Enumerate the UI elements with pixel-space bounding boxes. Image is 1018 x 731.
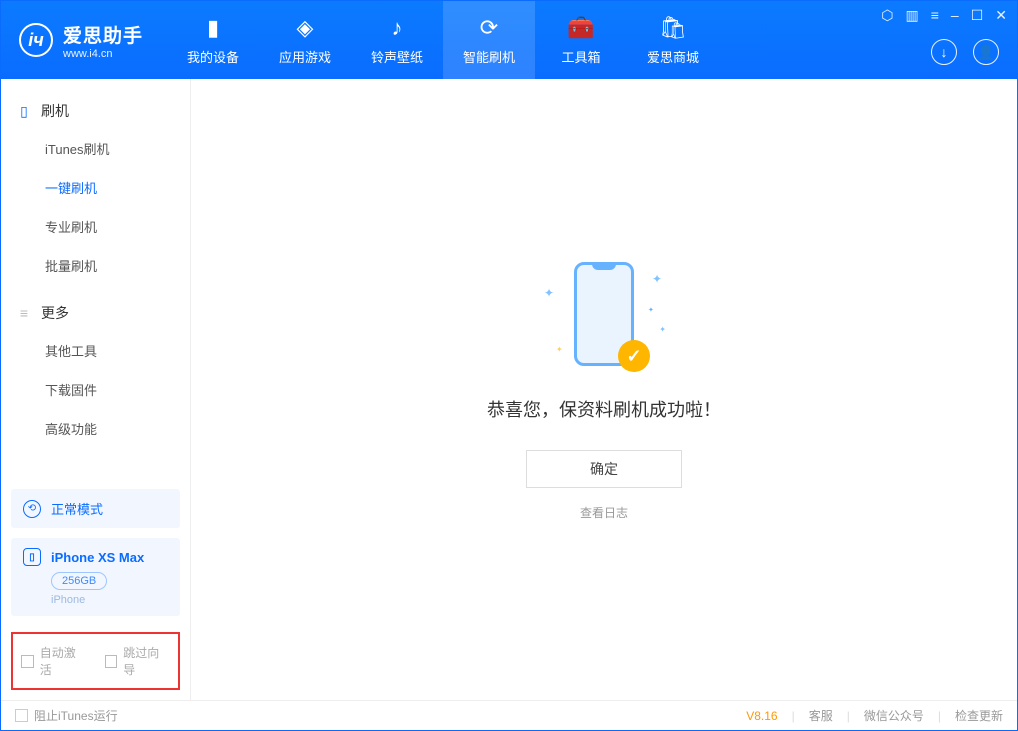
sidebar-item-oneclick-flash[interactable]: 一键刷机 <box>1 168 190 207</box>
sidebar-group-more[interactable]: ≡ 更多 <box>1 295 190 331</box>
success-title: 恭喜您，保资料刷机成功啦！ <box>487 396 721 422</box>
body: ▯ 刷机 iTunes刷机 一键刷机 专业刷机 批量刷机 ≡ 更多 其他工具 下… <box>1 79 1017 700</box>
close-button[interactable]: ✕ <box>995 7 1007 24</box>
checkbox-auto-activate[interactable]: 自动激活 <box>21 644 87 678</box>
tab-label: 我的设备 <box>187 47 239 66</box>
tab-label: 智能刷机 <box>463 47 515 66</box>
header-right-icons: ↓ 👤 <box>931 39 999 65</box>
storage-badge: 256GB <box>51 572 107 590</box>
sidebar-item-itunes-flash[interactable]: iTunes刷机 <box>1 129 190 168</box>
main-panel: ✦ ✦ ✦ ✦ ✦ ✓ 恭喜您，保资料刷机成功啦！ 确定 查看日志 <box>191 79 1017 700</box>
sidebar-item-batch-flash[interactable]: 批量刷机 <box>1 246 190 285</box>
tab-apps-games[interactable]: ◈ 应用游戏 <box>259 1 351 79</box>
download-icon: ↓ <box>941 44 948 60</box>
check-badge-icon: ✓ <box>618 340 650 372</box>
bag-icon: 🛍 <box>659 15 687 41</box>
sidebar-item-other-tools[interactable]: 其他工具 <box>1 331 190 370</box>
separator: | <box>938 709 941 723</box>
footer-right: V8.16 | 客服 | 微信公众号 | 检查更新 <box>746 707 1003 724</box>
checkbox-label: 跳过向导 <box>123 644 170 678</box>
mode-icon: ⟲ <box>23 500 41 518</box>
app-window: iч 爱思助手 www.i4.cn ▮ 我的设备 ◈ 应用游戏 ♪ 铃声壁纸 ⟳… <box>0 0 1018 731</box>
tab-label: 铃声壁纸 <box>371 47 423 66</box>
top-tabs: ▮ 我的设备 ◈ 应用游戏 ♪ 铃声壁纸 ⟳ 智能刷机 🧰 工具箱 🛍 爱思商城 <box>167 1 719 79</box>
header: iч 爱思助手 www.i4.cn ▮ 我的设备 ◈ 应用游戏 ♪ 铃声壁纸 ⟳… <box>1 1 1017 79</box>
logo: iч 爱思助手 www.i4.cn <box>1 1 161 79</box>
phone-notch-icon <box>592 262 616 270</box>
cube-icon: ◈ <box>297 15 314 41</box>
device-type: iPhone <box>51 594 168 606</box>
account-button[interactable]: 👤 <box>973 39 999 65</box>
sidebar-group-flash[interactable]: ▯ 刷机 <box>1 93 190 129</box>
phone-icon: ▮ <box>207 15 219 41</box>
separator: | <box>792 709 795 723</box>
group-label: 更多 <box>41 303 69 323</box>
tab-my-device[interactable]: ▮ 我的设备 <box>167 1 259 79</box>
sidebar-nav: ▯ 刷机 iTunes刷机 一键刷机 专业刷机 批量刷机 ≡ 更多 其他工具 下… <box>1 79 190 479</box>
separator: | <box>847 709 850 723</box>
sparkle-icon: ✦ <box>556 345 563 354</box>
group-label: 刷机 <box>41 101 69 121</box>
wechat-link[interactable]: 微信公众号 <box>864 707 924 724</box>
app-subtitle: www.i4.cn <box>63 48 143 60</box>
tab-store[interactable]: 🛍 爱思商城 <box>627 1 719 79</box>
shirt-icon[interactable]: ⬡ <box>881 7 893 24</box>
checkbox-icon <box>15 709 28 722</box>
checkbox-icon <box>105 655 118 668</box>
checkbox-label: 阻止iTunes运行 <box>34 707 118 724</box>
refresh-icon: ⟳ <box>480 15 498 41</box>
mode-box[interactable]: ⟲ 正常模式 <box>11 489 180 528</box>
customer-service-link[interactable]: 客服 <box>809 707 833 724</box>
tab-ringtone-wallpaper[interactable]: ♪ 铃声壁纸 <box>351 1 443 79</box>
maximize-button[interactable]: ☐ <box>971 7 984 24</box>
tab-smart-flash[interactable]: ⟳ 智能刷机 <box>443 1 535 79</box>
list-icon: ≡ <box>17 305 31 321</box>
checkbox-skip-guide[interactable]: 跳过向导 <box>105 644 171 678</box>
music-icon: ♪ <box>392 15 403 41</box>
download-button[interactable]: ↓ <box>931 39 957 65</box>
sparkle-icon: ✦ <box>652 272 662 286</box>
checkbox-block-itunes[interactable]: 阻止iTunes运行 <box>15 707 118 724</box>
sparkle-icon: ✦ <box>648 306 654 314</box>
window-controls: ⬡ ▥ ≡ – ☐ ✕ <box>881 7 1007 24</box>
mode-label: 正常模式 <box>51 499 103 518</box>
minimize-button[interactable]: – <box>951 7 959 24</box>
sidebar-item-download-firmware[interactable]: 下载固件 <box>1 370 190 409</box>
tab-label: 应用游戏 <box>279 47 331 66</box>
checkbox-row-highlight: 自动激活 跳过向导 <box>11 632 180 690</box>
sidebar-item-advanced[interactable]: 高级功能 <box>1 409 190 448</box>
app-title: 爱思助手 <box>63 21 143 48</box>
device-icon: ▯ <box>23 548 41 566</box>
ok-button[interactable]: 确定 <box>526 450 682 488</box>
check-update-link[interactable]: 检查更新 <box>955 707 1003 724</box>
sidebar: ▯ 刷机 iTunes刷机 一键刷机 专业刷机 批量刷机 ≡ 更多 其他工具 下… <box>1 79 191 700</box>
tab-toolbox[interactable]: 🧰 工具箱 <box>535 1 627 79</box>
checkbox-icon <box>21 655 34 668</box>
success-illustration: ✦ ✦ ✦ ✦ ✦ ✓ <box>534 258 674 378</box>
user-icon: 👤 <box>977 44 994 61</box>
tab-label: 爱思商城 <box>647 47 699 66</box>
tab-label: 工具箱 <box>562 47 601 66</box>
sparkle-icon: ✦ <box>544 286 554 300</box>
device-name: iPhone XS Max <box>51 550 144 565</box>
view-log-link[interactable]: 查看日志 <box>580 504 628 521</box>
sidebar-item-pro-flash[interactable]: 专业刷机 <box>1 207 190 246</box>
footer: 阻止iTunes运行 V8.16 | 客服 | 微信公众号 | 检查更新 <box>1 700 1017 730</box>
device-box[interactable]: ▯ iPhone XS Max 256GB iPhone <box>11 538 180 616</box>
settings-icon[interactable]: ▥ <box>906 7 919 24</box>
checkbox-label: 自动激活 <box>40 644 87 678</box>
menu-icon[interactable]: ≡ <box>931 7 939 24</box>
toolbox-icon: 🧰 <box>567 15 594 41</box>
sparkle-icon: ✦ <box>659 325 666 334</box>
logo-icon: iч <box>19 23 53 57</box>
version-label: V8.16 <box>746 709 777 723</box>
device-icon: ▯ <box>17 103 31 120</box>
